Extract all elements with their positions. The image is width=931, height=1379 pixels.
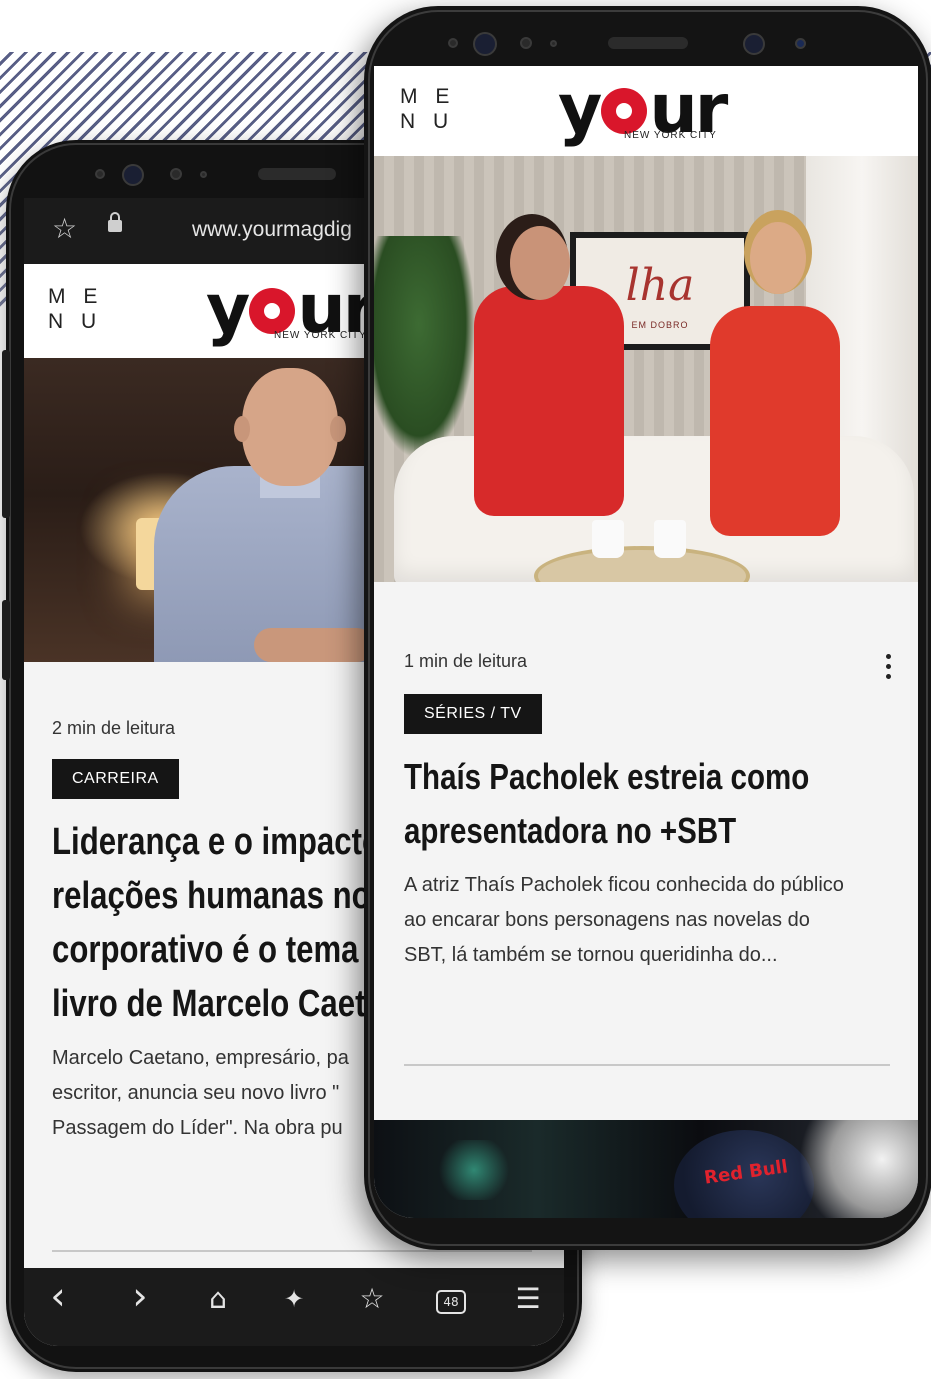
- back-phone-sensor: [95, 169, 105, 179]
- front-phone-speaker: [608, 37, 688, 49]
- front-phone-sensor-4: [795, 38, 806, 49]
- woman-left: [474, 286, 624, 516]
- menu-label-line1: M E: [48, 285, 104, 308]
- tabs-count-icon[interactable]: 48: [436, 1290, 466, 1314]
- menu-label-line2: N U: [48, 310, 103, 334]
- mug-right: [654, 520, 686, 558]
- man-hands: [254, 628, 374, 662]
- excerpt-line: ao encarar bons personagens nas novelas …: [404, 909, 810, 931]
- excerpt-line: A atriz Thaís Pacholek ficou conhecida d…: [404, 874, 844, 896]
- front-phone-screen: M E N U y ur NEW YORK CITY lha EM DOBRO 1…: [374, 66, 918, 1218]
- bookmark-star-icon[interactable]: ☆: [52, 212, 77, 245]
- back-phone-sensor-3: [200, 171, 207, 178]
- mug-left: [592, 520, 624, 558]
- back-phone-sensor-2: [170, 168, 182, 180]
- excerpt-line: SBT, lá também se tornou queridinha do..…: [404, 944, 778, 966]
- front-phone-front-camera: [743, 33, 765, 55]
- logo-letter-y: y: [558, 70, 602, 149]
- article-divider: [404, 1064, 890, 1066]
- address-url[interactable]: www.yourmagdig: [192, 218, 352, 242]
- front-phone-sensor-3: [550, 40, 557, 47]
- logo-letter-y: y: [206, 270, 250, 349]
- teaser-glow: [434, 1140, 514, 1200]
- menu-label-line1: M E: [400, 85, 456, 108]
- home-icon[interactable]: ⌂: [198, 1282, 238, 1315]
- menu-label-line2: N U: [400, 110, 455, 134]
- back-phone-speaker: [258, 168, 336, 180]
- logo-subtitle: NEW YORK CITY: [624, 130, 717, 141]
- forward-arrow-icon[interactable]: ›: [120, 1274, 160, 1318]
- woman-right: [710, 306, 840, 536]
- logo-o-hole: [264, 303, 281, 319]
- read-time: 1 min de leitura: [404, 651, 528, 671]
- back-arrow-icon[interactable]: ‹: [38, 1274, 78, 1318]
- lock-icon: [108, 212, 122, 232]
- back-phone-side-button-2: [2, 600, 10, 680]
- bookmarks-icon[interactable]: ☆: [352, 1282, 392, 1315]
- logo-o-hole: [616, 103, 633, 119]
- front-phone-sensor-2: [520, 37, 532, 49]
- plant-shape: [374, 236, 474, 456]
- hamburger-menu-icon[interactable]: ☰: [508, 1282, 548, 1315]
- back-phone-camera: [122, 164, 144, 186]
- article-photo-studio[interactable]: lha EM DOBRO: [374, 156, 918, 582]
- man-ear-right: [330, 416, 346, 442]
- front-phone-sensor: [448, 38, 458, 48]
- next-article-teaser[interactable]: Red Bull: [374, 1120, 918, 1218]
- logo-o-mark: [249, 288, 296, 334]
- teaser-light: [798, 1120, 918, 1218]
- menu-button[interactable]: M E N U: [400, 84, 455, 134]
- front-phone-camera: [473, 32, 497, 56]
- woman-right-head: [750, 222, 806, 294]
- headline[interactable]: Thaís Pacholek estreia como apresentador…: [404, 750, 904, 858]
- woman-left-head: [510, 226, 570, 300]
- excerpt: A atriz Thaís Pacholek ficou conhecida d…: [404, 868, 904, 973]
- category-tag[interactable]: SÉRIES / TV: [404, 694, 542, 734]
- menu-button[interactable]: M E N U: [48, 284, 103, 334]
- man-ear-left: [234, 416, 250, 442]
- site-header: M E N U y ur NEW YORK CITY: [374, 66, 918, 156]
- logo-subtitle: NEW YORK CITY: [274, 330, 367, 341]
- back-phone-side-button: [2, 350, 10, 518]
- logo-o-mark: [601, 88, 648, 134]
- man-head: [242, 368, 338, 486]
- front-article: 1 min de leitura SÉRIES / TV Thaís Pacho…: [404, 651, 904, 973]
- article-divider: [52, 1250, 532, 1252]
- headline-line: Thaís Pacholek estreia como: [404, 756, 810, 797]
- ai-sparkle-icon[interactable]: ✦: [274, 1285, 314, 1313]
- category-tag[interactable]: CARREIRA: [52, 759, 179, 799]
- headline-line: apresentadora no +SBT: [404, 810, 737, 851]
- browser-bottom-nav: ‹ › ⌂ ✦ ☆ 48 ☰: [24, 1268, 564, 1346]
